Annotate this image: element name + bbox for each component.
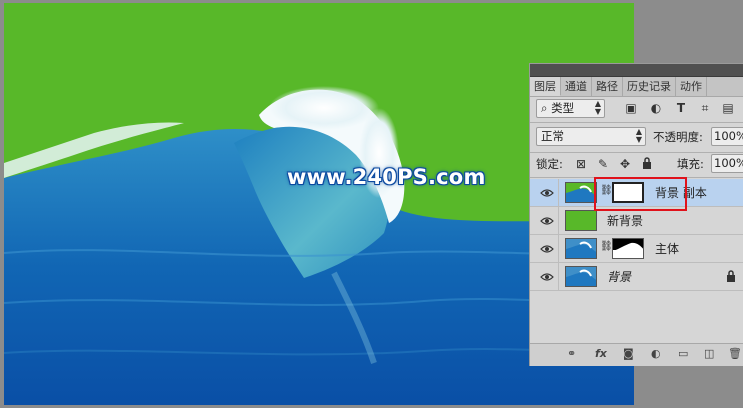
visibility-toggle[interactable]: [530, 263, 559, 291]
adjustment-icon[interactable]: ◐: [651, 347, 661, 360]
layer-thumbnail[interactable]: [565, 182, 597, 203]
tab-channels[interactable]: 通道: [561, 77, 592, 96]
blend-mode-select[interactable]: 正常 ▲ ▼: [536, 127, 646, 146]
pixel-filter-icon[interactable]: ▣: [624, 101, 638, 115]
folder-icon[interactable]: ▭: [678, 347, 688, 360]
shape-filter-icon[interactable]: ⌗: [698, 101, 712, 115]
lock-paint-icon[interactable]: ✎: [596, 157, 610, 171]
layer-thumbnail[interactable]: [565, 210, 597, 231]
visibility-toggle[interactable]: [530, 235, 559, 263]
lock-all-icon[interactable]: [640, 157, 654, 171]
eye-icon: [540, 245, 554, 253]
panel-tabs: 图层 通道 路径 历史记录 动作: [530, 77, 743, 97]
filter-kind-label: 类型: [551, 101, 575, 115]
fill-label: 填充:: [677, 157, 704, 171]
divider: [530, 152, 743, 153]
watermark-text: www.240PS.com: [287, 165, 486, 189]
layer-row-new-background[interactable]: 新背景: [530, 207, 743, 235]
opacity-input[interactable]: 100%: [711, 127, 743, 146]
updown-icon: ▲ ▼: [594, 99, 601, 116]
opacity-label: 不透明度:: [653, 130, 703, 144]
visibility-toggle[interactable]: [530, 207, 559, 235]
layer-mask-thumbnail[interactable]: [612, 238, 644, 259]
eye-icon: [540, 217, 554, 225]
eye-icon: [540, 189, 554, 197]
lock-move-icon[interactable]: ✥: [618, 157, 632, 171]
search-icon: ⌕: [541, 101, 548, 115]
layer-name[interactable]: 背景: [607, 270, 631, 284]
lock-label: 锁定:: [536, 157, 563, 171]
highlight-box: [594, 177, 687, 211]
tab-history[interactable]: 历史记录: [623, 77, 676, 96]
fill-input[interactable]: 100%: [711, 154, 743, 173]
chain-link-icon[interactable]: ⛓: [600, 241, 613, 252]
layer-name[interactable]: 新背景: [607, 214, 643, 228]
lock-transparent-icon[interactable]: ⊠: [574, 157, 588, 171]
trash-icon[interactable]: 🗑: [728, 347, 742, 360]
link-icon[interactable]: ⚭: [567, 347, 576, 360]
smart-object-filter-icon[interactable]: ▤: [721, 101, 735, 115]
tab-actions[interactable]: 动作: [676, 77, 707, 96]
layer-name[interactable]: 主体: [655, 242, 679, 256]
fx-icon[interactable]: fx: [595, 347, 607, 360]
layer-row-subject[interactable]: ⛓ 主体: [530, 235, 743, 263]
tab-paths[interactable]: 路径: [592, 77, 623, 96]
eye-icon: [540, 273, 554, 281]
layer-thumbnail[interactable]: [565, 238, 597, 259]
text-filter-icon[interactable]: T: [674, 101, 688, 115]
mask-icon[interactable]: ◙: [623, 347, 634, 360]
panel-bottom-toolbar: ⚭ fx ◙ ◐ ▭ ◫ 🗑: [530, 343, 743, 366]
layer-row-background[interactable]: 背景: [530, 263, 743, 291]
tab-layers[interactable]: 图层: [530, 77, 561, 96]
blend-mode-value: 正常: [541, 129, 564, 143]
divider: [530, 122, 743, 123]
updown-icon: ▲ ▼: [635, 127, 642, 144]
layer-thumbnail[interactable]: [565, 266, 597, 287]
new-layer-icon[interactable]: ◫: [704, 347, 714, 360]
lock-icon: [726, 270, 736, 285]
layers-panel: 图层 通道 路径 历史记录 动作 ⌕ 类型 ▲ ▼ ▣ ◐ T ⌗ ▤ 正常 ▲ ▼…: [529, 63, 743, 366]
visibility-toggle[interactable]: [530, 179, 559, 207]
layer-filter-select[interactable]: ⌕ 类型 ▲ ▼: [536, 99, 605, 118]
adjustment-filter-icon[interactable]: ◐: [649, 101, 663, 115]
panel-title-bar[interactable]: [530, 64, 743, 77]
